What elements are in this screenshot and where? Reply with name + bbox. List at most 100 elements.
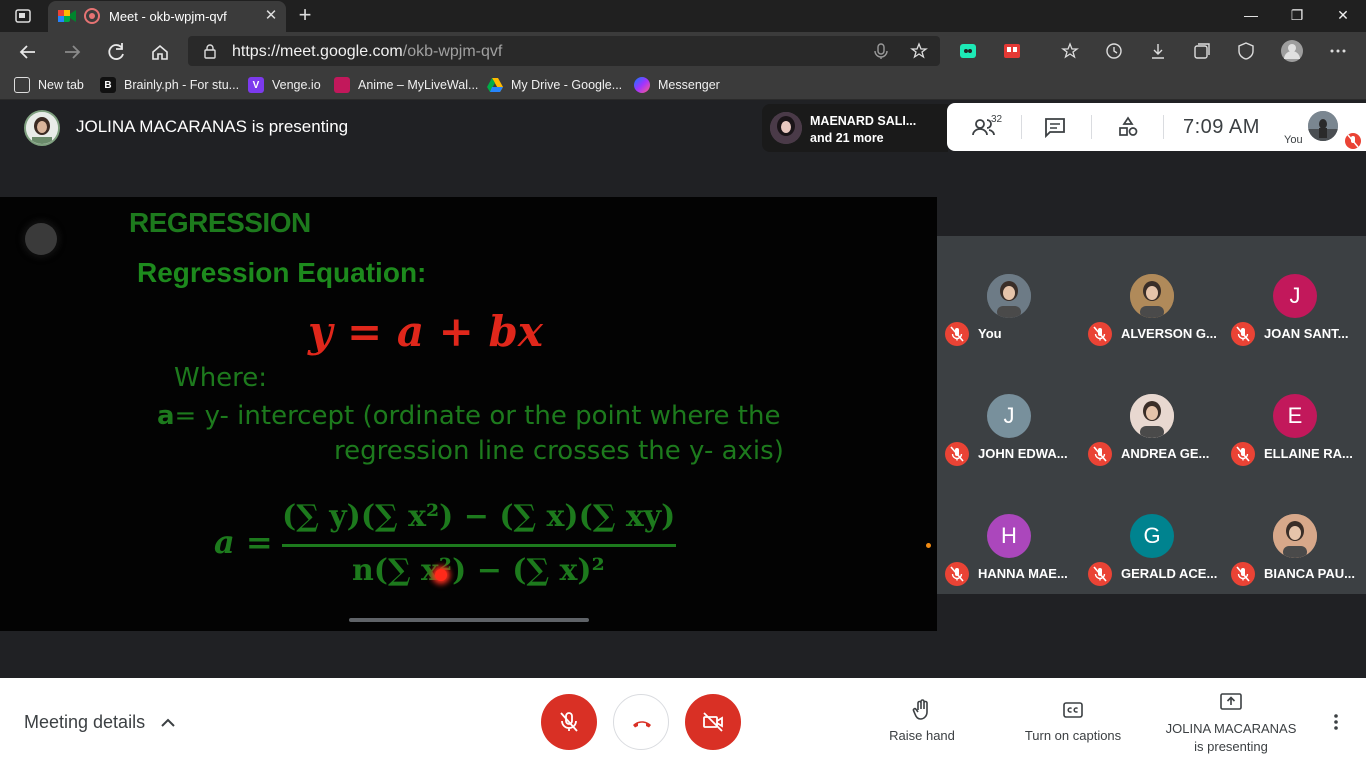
mylivewallpaper-icon [334,77,350,93]
presenter-avatar [24,110,60,146]
window-restore-button[interactable]: ❐ [1274,0,1320,30]
definition-line-2: regression line crosses the y- axis) [334,436,784,466]
more-options-icon[interactable] [1326,712,1346,732]
activities-icon[interactable] [1116,115,1140,139]
divider [1091,115,1092,139]
muted-mic-icon [945,562,969,586]
favorites-icon[interactable] [1060,41,1080,61]
forward-icon[interactable] [58,38,86,66]
bookmark-label: Messenger [658,78,720,92]
bookmark-my-drive[interactable]: My Drive - Google... [487,76,622,94]
regression-equation: y = a + bx [308,307,543,356]
bookmark-label: Anime – MyLiveWal... [358,78,479,92]
new-tab-button[interactable]: + [294,4,316,26]
browser-essentials-icon[interactable] [1236,41,1256,61]
camera-toggle-button[interactable] [685,694,741,750]
refresh-icon[interactable] [102,38,130,66]
mic-toggle-button[interactable] [541,694,597,750]
new-tab-page-icon [14,77,30,93]
collaborators-chip[interactable]: MAENARD SALI... and 21 more [762,104,948,152]
participant-tile[interactable]: G GERALD ACE... [1080,476,1223,595]
tab-actions-icon[interactable] [14,7,32,25]
presentation-slide: REGRESSION Regression Equation: y = a + … [0,197,937,631]
participant-avatar [1130,394,1174,438]
participant-tile[interactable]: ALVERSON G... [1080,236,1223,355]
back-icon[interactable] [14,38,42,66]
browser-tab[interactable]: Meet - okb-wpjm-qvf ✕ [48,1,286,32]
participant-avatar: J [987,394,1031,438]
tab-title: Meet - okb-wpjm-qvf [109,9,227,24]
participant-name: JOHN EDWA... [978,446,1068,461]
bookmark-messenger[interactable]: Messenger [634,76,720,94]
captions-button[interactable]: Turn on captions [1016,698,1130,743]
chevron-up-icon[interactable] [158,713,178,733]
participant-name: BIANCA PAU... [1264,566,1355,581]
tab-close-button[interactable]: ✕ [262,7,280,25]
captions-label: Turn on captions [1024,728,1122,743]
window-close-button[interactable]: ✕ [1320,0,1366,30]
muted-mic-icon [945,442,969,466]
profile-avatar-icon[interactable] [1280,39,1304,63]
participant-name: ELLAINE RA... [1264,446,1353,461]
history-icon[interactable] [1104,41,1124,61]
extension-red-icon[interactable] [1002,41,1022,61]
venge-icon: V [248,77,264,93]
participant-tile[interactable]: J JOAN SANT... [1223,236,1366,355]
camera-off-icon [703,712,723,732]
add-favorite-icon[interactable] [910,42,928,60]
participant-tile[interactable]: ANDREA GE... [1080,356,1223,475]
microphone-icon[interactable] [872,42,890,60]
leave-call-button[interactable] [613,694,669,750]
participant-tile[interactable]: H HANNA MAE... [937,476,1080,595]
bookmark-anime[interactable]: Anime – MyLiveWal... [334,76,478,94]
participant-tile[interactable]: You [937,236,1080,355]
chat-icon[interactable] [1043,115,1067,139]
meeting-details-button[interactable]: Meeting details [24,712,145,733]
muted-mic-icon [1231,562,1255,586]
extension-icon[interactable] [958,41,978,61]
muted-mic-icon [1231,322,1255,346]
participant-avatar: G [1130,514,1174,558]
participant-name: HANNA MAE... [978,566,1068,581]
raise-hand-button[interactable]: Raise hand [884,698,960,743]
participant-name: ALVERSON G... [1121,326,1217,341]
bookmark-new-tab[interactable]: New tab [14,76,84,94]
participant-tile[interactable]: E ELLAINE RA... [1223,356,1366,475]
formula-lhs: a = [214,523,273,561]
google-meet-icon [58,8,76,24]
window-minimize-button[interactable]: — [1228,0,1274,30]
participant-tile[interactable]: J JOHN EDWA... [937,356,1080,475]
settings-more-icon[interactable] [1328,41,1348,61]
bookmark-venge[interactable]: V Venge.io [248,76,321,94]
lock-icon[interactable] [202,43,218,59]
captions-icon [1063,702,1083,718]
home-icon[interactable] [146,38,174,66]
self-avatar[interactable] [1308,111,1338,141]
formula-denominator: n(∑ x²) − (∑ x)² [352,553,605,588]
you-label: You [1284,134,1303,146]
participant-count: 32 [991,114,1003,125]
presentation-status-button[interactable]: JOLINA MACARANAS is presenting [1160,690,1302,756]
present-screen-icon [1220,693,1242,710]
bookmark-brainly[interactable]: B Brainly.ph - For stu... [100,76,239,94]
collections-icon[interactable] [1192,41,1212,61]
divider [1021,115,1022,139]
participant-name: JOAN SANT... [1264,326,1349,341]
hand-icon [912,699,928,720]
participant-tile[interactable]: BIANCA PAU... [1223,476,1366,595]
slide-subtitle: Regression Equation: [137,257,427,288]
raise-hand-label: Raise hand [889,728,955,743]
where-label: Where: [174,363,268,393]
presenting-line-2: is presenting [1194,739,1268,754]
muted-mic-icon [1088,322,1112,346]
bookmark-label: My Drive - Google... [511,78,623,92]
muted-mic-icon [1231,442,1255,466]
browser-tab-bar: Meet - okb-wpjm-qvf ✕ + — ❐ ✕ [0,0,1366,32]
slide-scrollbar[interactable] [349,618,589,622]
bookmark-label: New tab [38,78,84,92]
address-bar[interactable]: https://meet.google.com/okb-wpjm-qvf [188,36,940,66]
presenting-label: JOLINA MACARANAS is presenting [76,117,349,136]
bookmark-label: Brainly.ph - For stu... [124,78,240,92]
downloads-icon[interactable] [1148,41,1168,61]
presenting-line-1: JOLINA MACARANAS [1165,721,1297,736]
